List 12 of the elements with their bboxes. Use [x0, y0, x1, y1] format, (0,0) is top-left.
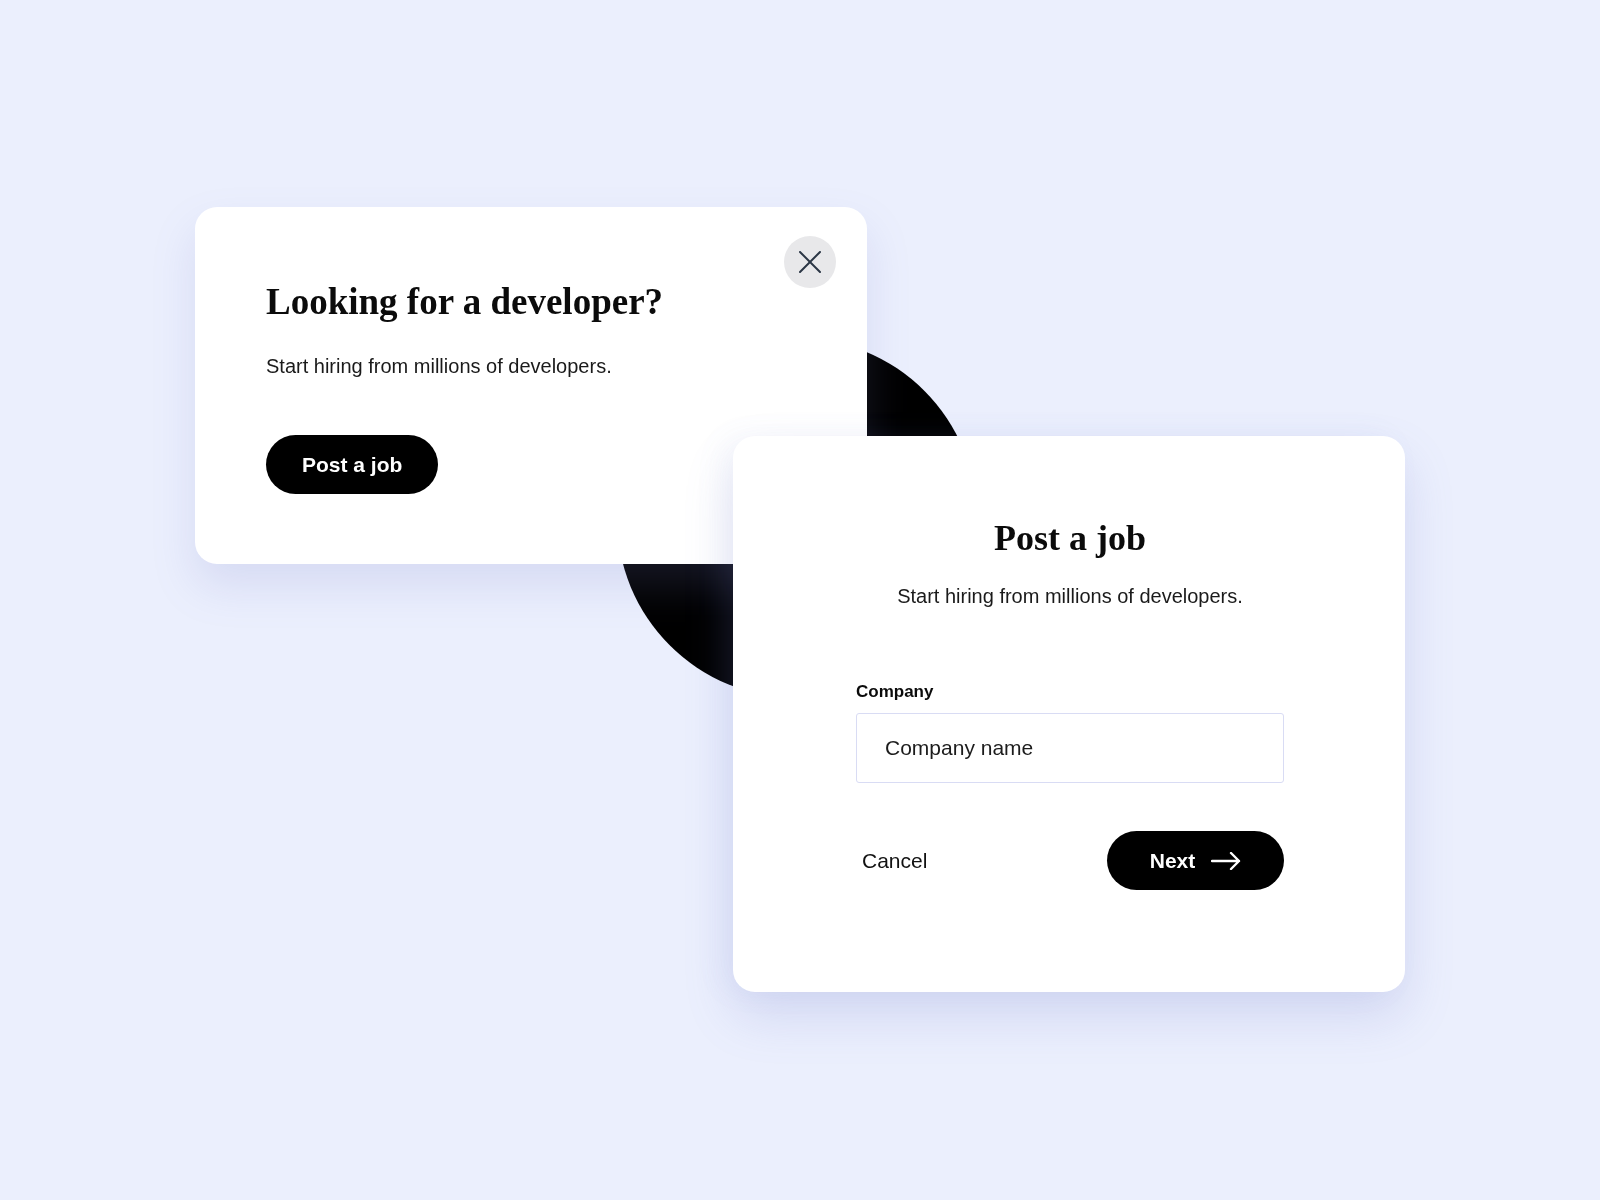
form-title: Post a job [994, 518, 1146, 558]
company-label: Company [856, 681, 934, 703]
cancel-button[interactable]: Cancel [856, 846, 934, 875]
arrow-right-icon [1211, 851, 1242, 870]
next-button[interactable]: Next [1107, 831, 1284, 890]
close-icon [799, 251, 821, 273]
post-job-button[interactable]: Post a job [266, 435, 439, 494]
close-button[interactable] [784, 236, 836, 288]
promo-subtitle: Start hiring from millions of developers. [266, 354, 613, 379]
promo-title: Looking for a developer? [266, 281, 665, 323]
company-input[interactable]: Company name [856, 713, 1284, 783]
form-subtitle: Start hiring from millions of developers. [897, 584, 1243, 609]
